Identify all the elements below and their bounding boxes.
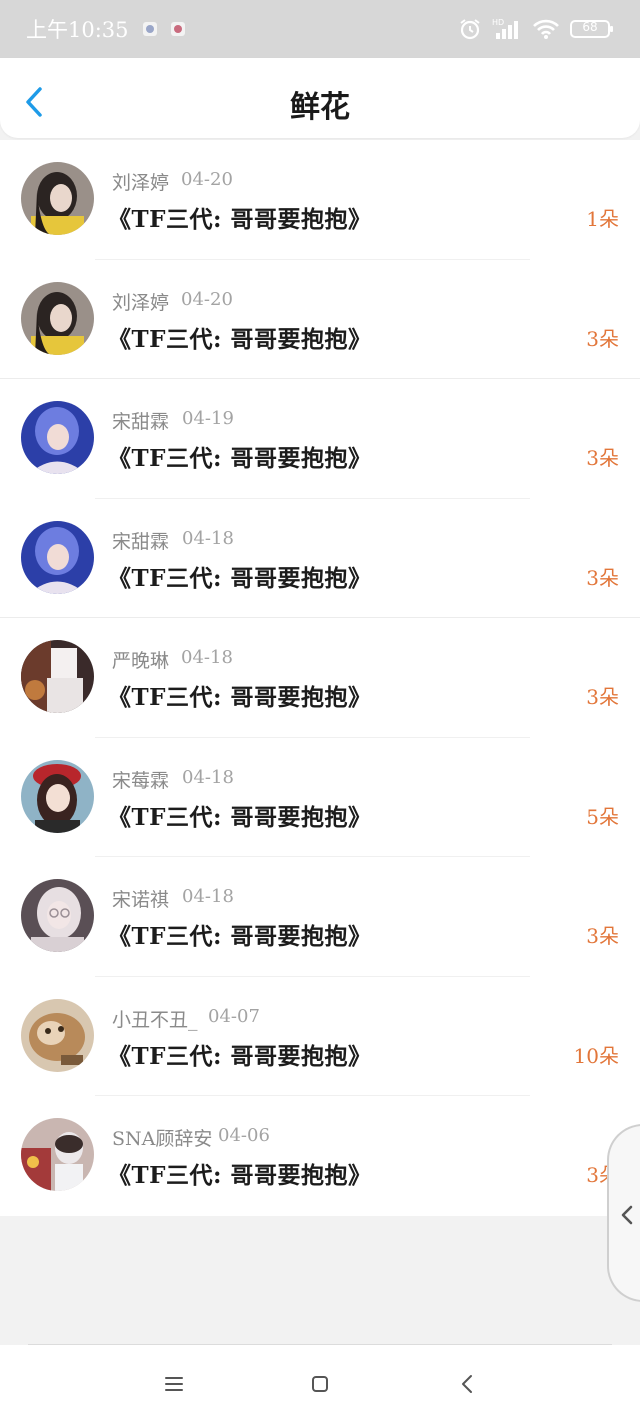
work-title: 《TF三代: 哥哥要抱抱》: [108, 445, 372, 472]
gift-date: 04-18: [181, 647, 233, 668]
avatar: [21, 162, 94, 235]
flower-count: 5朵: [586, 804, 619, 829]
avatar: [21, 401, 94, 474]
system-nav-bar: [0, 1345, 640, 1422]
avatar: [21, 281, 94, 355]
work-title: 《TF三代: 哥哥要抱抱》: [108, 1162, 372, 1189]
sender-name: 宋莓霖: [112, 769, 170, 792]
battery-icon: 68: [570, 18, 614, 40]
wifi-icon: [532, 18, 560, 40]
svg-text:HD: HD: [492, 18, 504, 27]
list-item[interactable]: 宋诺祺 04-18 《TF三代: 哥哥要抱抱》 3朵: [0, 857, 640, 977]
page-title: 鲜花: [290, 90, 350, 125]
home-square-icon: [305, 1369, 335, 1399]
menu-icon: [159, 1369, 189, 1399]
sender-name: SNA顾辞安: [112, 1128, 213, 1150]
back-chevron-icon: [452, 1369, 482, 1399]
work-title: 《TF三代: 哥哥要抱抱》: [108, 803, 372, 831]
menu-button[interactable]: [159, 1369, 189, 1399]
list-item[interactable]: 刘泽婷 04-20 《TF三代: 哥哥要抱抱》 1朵: [0, 140, 640, 260]
flower-count: 1朵: [586, 207, 619, 231]
sender-name: 宋甜霖: [112, 530, 170, 553]
hd-signal-icon: HD: [492, 17, 522, 41]
flower-count: 3朵: [586, 326, 619, 351]
page-header: 鲜花: [0, 58, 640, 138]
flower-count: 3朵: [586, 924, 619, 948]
notification-icon: [170, 22, 185, 36]
avatar: [21, 640, 94, 713]
gift-date: 04-06: [218, 1125, 270, 1146]
side-drawer-handle[interactable]: [607, 1124, 640, 1302]
flower-count: 3朵: [586, 685, 619, 709]
list-item[interactable]: 宋莓霖 04-18 《TF三代: 哥哥要抱抱》 5朵: [0, 738, 640, 857]
list-item[interactable]: 刘泽婷 04-20 《TF三代: 哥哥要抱抱》 3朵: [0, 260, 640, 379]
avatar: [21, 879, 94, 952]
list-item[interactable]: 宋甜霖 04-19 《TF三代: 哥哥要抱抱》 3朵: [0, 379, 640, 499]
avatar: [21, 1118, 94, 1191]
status-bar: 上午10:35 HD 68: [0, 0, 640, 58]
work-title: 《TF三代: 哥哥要抱抱》: [108, 923, 372, 950]
sender-name: 宋诺祺: [112, 889, 170, 911]
gift-date: 04-18: [182, 527, 234, 549]
list-item[interactable]: 宋甜霖 04-18 《TF三代: 哥哥要抱抱》 3朵: [0, 499, 640, 618]
sender-name: 刘泽婷: [112, 291, 170, 314]
gift-date: 04-07: [208, 1005, 260, 1027]
status-indicators: HD 68: [458, 17, 614, 41]
sender-name: 宋甜霖: [112, 411, 170, 433]
list-item[interactable]: 严晚琳 04-18 《TF三代: 哥哥要抱抱》 3朵: [0, 618, 640, 738]
flower-count: 10朵: [573, 1043, 619, 1068]
status-time: 上午10:35: [26, 18, 129, 42]
flower-gift-list: 刘泽婷 04-20 《TF三代: 哥哥要抱抱》 1朵 刘泽婷 04-20 《TF…: [0, 140, 640, 1216]
work-title: 《TF三代: 哥哥要抱抱》: [108, 206, 372, 233]
work-title: 《TF三代: 哥哥要抱抱》: [108, 325, 372, 353]
work-title: 《TF三代: 哥哥要抱抱》: [108, 1042, 372, 1070]
work-title: 《TF三代: 哥哥要抱抱》: [108, 684, 372, 711]
gift-date: 04-18: [182, 766, 234, 788]
flower-count: 3朵: [586, 446, 619, 470]
battery-level: 68: [582, 20, 598, 34]
system-back-button[interactable]: [452, 1369, 482, 1399]
avatar: [21, 759, 94, 833]
flower-count: 3朵: [586, 565, 619, 590]
gift-date: 04-19: [182, 408, 234, 429]
gift-date: 04-18: [182, 886, 234, 907]
sender-name: 小丑不丑_: [112, 1008, 198, 1031]
alarm-icon: [458, 17, 482, 41]
home-button[interactable]: [305, 1369, 335, 1399]
notification-area: [142, 22, 185, 36]
list-item[interactable]: 小丑不丑_ 04-07 《TF三代: 哥哥要抱抱》 10朵: [0, 977, 640, 1096]
sender-name: 刘泽婷: [112, 172, 170, 194]
avatar: [21, 520, 94, 594]
work-title: 《TF三代: 哥哥要抱抱》: [108, 564, 372, 592]
notification-icon: [142, 22, 157, 36]
sender-name: 严晚琳: [112, 650, 170, 672]
gift-date: 04-20: [181, 288, 233, 310]
gift-date: 04-20: [181, 169, 233, 190]
avatar: [21, 998, 94, 1072]
list-item[interactable]: SNA顾辞安 04-06 《TF三代: 哥哥要抱抱》 3朵: [0, 1096, 640, 1216]
